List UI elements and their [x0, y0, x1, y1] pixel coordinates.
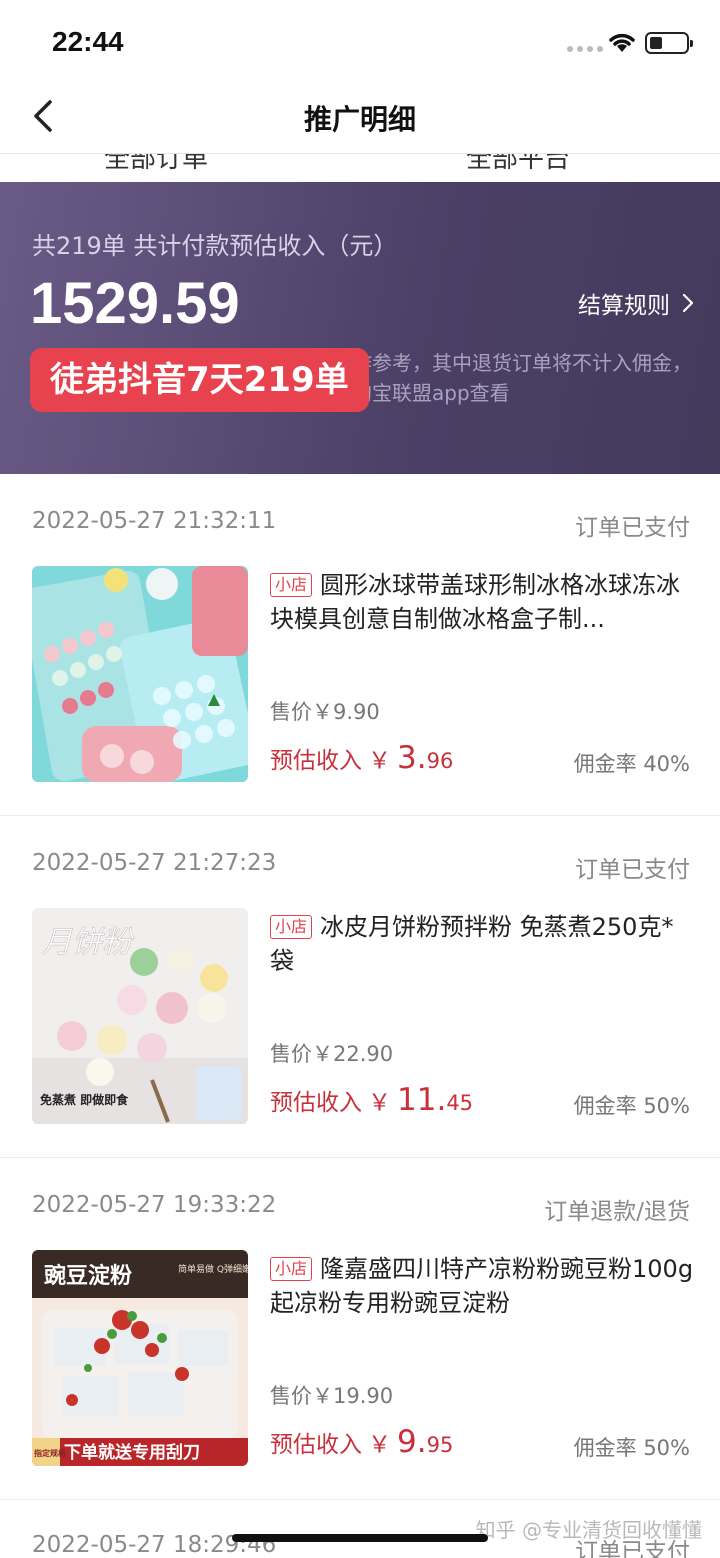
currency-symbol: ￥: [368, 1090, 391, 1116]
product-image[interactable]: [32, 566, 248, 782]
product-name: 隆嘉盛四川特产凉粉粉豌豆粉100g起凉粉专用粉豌豆淀粉: [270, 1255, 694, 1317]
estimated-income: 预估收入 ￥ 9. 95: [270, 1424, 453, 1460]
wifi-icon: [609, 33, 635, 52]
order-count-text: 共219单 共计付款预估收入（元）: [32, 232, 398, 260]
page-title: 推广明细: [303, 103, 416, 136]
total-income-amount: 1529.59: [30, 271, 240, 336]
chevron-right-icon: [682, 293, 694, 313]
thumb-title-text: 月饼粉: [42, 925, 135, 960]
sale-price: 售价￥19.90: [270, 1384, 394, 1408]
thumb-tag-text: 指定规格: [34, 1448, 67, 1458]
signal-icon: [567, 46, 603, 52]
sale-price: 售价￥22.90: [270, 1042, 394, 1066]
order-status: 订单已支付: [575, 515, 690, 541]
product-title[interactable]: 小店 圆形冰球带盖球形制冰格冰球冻冰块模具创意自制做冰格盒子制...: [270, 568, 694, 636]
income-integer: 9.: [397, 1424, 427, 1460]
commission-rate: 佣金率 50%: [573, 1436, 690, 1460]
shop-tag: 小店: [270, 573, 313, 597]
order-time: 2022-05-27 21:32:11: [32, 508, 277, 534]
income-decimal: 95: [426, 1433, 454, 1457]
income-integer: 11.: [397, 1082, 447, 1118]
income-label: 预估收入: [270, 1432, 362, 1458]
promo-overlay-badge: 徒弟抖音7天219单: [30, 348, 369, 412]
estimated-income: 预估收入 ￥ 3. 96: [270, 740, 453, 776]
order-time: 2022-05-27 21:27:23: [32, 850, 277, 876]
thumb-caption-text: 免蒸煮 即做即食: [40, 1092, 129, 1107]
filter-row: 全部订单 全部平台: [0, 154, 720, 182]
order-status: 订单退款/退货: [544, 1199, 690, 1225]
status-time: 22:44: [52, 26, 124, 57]
estimated-income: 预估收入 ￥ 11. 45: [270, 1082, 473, 1118]
thumb-title-text: 豌豆淀粉: [44, 1263, 132, 1289]
order-card[interactable]: 2022-05-27 19:33:22 订单退款/退货 豌豆淀粉 简单易做 Q弹…: [0, 1158, 720, 1500]
product-image[interactable]: 月饼粉 免蒸煮 即做即食: [32, 908, 248, 1124]
product-title[interactable]: 小店 冰皮月饼粉预拌粉 免蒸煮250克*袋: [270, 910, 694, 978]
order-card[interactable]: 2022-05-27 21:32:11 订单已支付 小店 圆形冰球带盖球形制冰格冰…: [0, 474, 720, 816]
income-decimal: 96: [426, 749, 454, 773]
sale-price: 售价￥9.90: [270, 700, 380, 724]
thumb-side-text: 简单易做 Q弹细嫩: [178, 1263, 248, 1275]
income-decimal: 45: [446, 1091, 474, 1115]
order-card[interactable]: 2022-05-27 21:27:23 订单已支付 月饼粉 免蒸煮 即做即食 小…: [0, 816, 720, 1158]
settlement-rules-label: 结算规则: [578, 293, 670, 319]
commission-rate: 佣金率 40%: [573, 752, 690, 776]
product-name: 冰皮月饼粉预拌粉 免蒸煮250克*袋: [270, 913, 674, 975]
currency-symbol: ￥: [368, 748, 391, 774]
shop-tag: 小店: [270, 1257, 313, 1281]
summary-banner: 共219单 共计付款预估收入（元） 1529.59 结算规则 以上数据仅供参考，…: [0, 182, 720, 474]
battery-icon: [645, 32, 693, 54]
income-label: 预估收入: [270, 748, 362, 774]
settlement-rules-link[interactable]: 结算规则: [578, 286, 694, 320]
status-bar: 22:44: [0, 0, 720, 84]
product-title[interactable]: 小店 隆嘉盛四川特产凉粉粉豌豆粉100g起凉粉专用粉豌豆淀粉: [270, 1252, 694, 1320]
product-name: 圆形冰球带盖球形制冰格冰球冻冰块模具创意自制做冰格盒子制...: [270, 571, 681, 633]
product-image[interactable]: 豌豆淀粉 简单易做 Q弹细嫩 指定规格 下单就送专用刮刀: [32, 1250, 248, 1466]
watermark: 知乎 @专业清货回收懂懂: [475, 1518, 702, 1542]
income-integer: 3.: [397, 740, 427, 776]
order-time: 2022-05-27 19:33:22: [32, 1192, 277, 1218]
filter-all-platforms[interactable]: 全部平台: [466, 154, 570, 175]
order-status: 订单已支付: [575, 857, 690, 883]
shop-tag: 小店: [270, 915, 313, 939]
filter-all-orders[interactable]: 全部订单: [104, 154, 208, 175]
home-indicator[interactable]: [232, 1534, 488, 1542]
currency-symbol: ￥: [368, 1432, 391, 1458]
commission-rate: 佣金率 50%: [573, 1094, 690, 1118]
thumb-caption-text: 下单就送专用刮刀: [64, 1442, 200, 1463]
nav-bar: 推广明细: [0, 84, 720, 154]
income-label: 预估收入: [270, 1090, 362, 1116]
